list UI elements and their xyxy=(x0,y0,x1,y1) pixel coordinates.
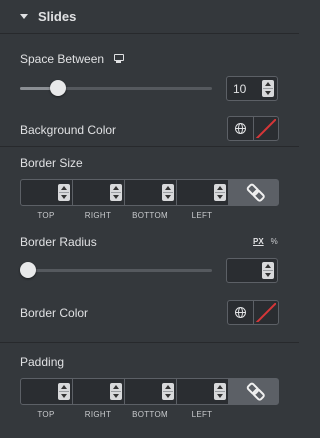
space-between-slider-track[interactable] xyxy=(20,87,212,90)
padding-bottom-stepper[interactable] xyxy=(162,383,174,400)
border-size-right-label: RIGHT xyxy=(84,211,112,220)
border-size-right-stepper[interactable] xyxy=(110,184,122,201)
border-size-left-input[interactable] xyxy=(177,180,229,205)
border-radius-unit-switch: PX% xyxy=(253,237,278,246)
padding-top-stepper[interactable] xyxy=(58,383,70,400)
padding-left-input[interactable] xyxy=(177,379,229,404)
padding-bottom-input[interactable] xyxy=(125,379,177,404)
border-size-dimensions xyxy=(20,179,279,206)
border-radius-slider-handle[interactable] xyxy=(20,262,36,278)
border-radius-stepper[interactable] xyxy=(262,262,274,279)
border-size-bottom-input[interactable] xyxy=(125,180,177,205)
padding-link-button[interactable] xyxy=(229,379,278,404)
padding-right-input[interactable] xyxy=(73,379,125,404)
border-size-top-stepper[interactable] xyxy=(58,184,70,201)
padding-dimensions xyxy=(20,378,279,405)
border-size-right-input[interactable] xyxy=(73,180,125,205)
background-color-label: Background Color xyxy=(20,123,117,137)
padding-left-label: LEFT xyxy=(191,410,213,419)
background-color-swatch-button[interactable] xyxy=(252,117,279,140)
border-color-global-button[interactable] xyxy=(228,301,253,324)
unit-px-option[interactable]: PX xyxy=(253,237,264,246)
padding-bottom-label: BOTTOM xyxy=(132,410,168,419)
background-color-picker[interactable] xyxy=(227,116,279,141)
border-size-bottom-stepper[interactable] xyxy=(162,184,174,201)
section-header-slides[interactable]: Slides xyxy=(0,0,299,34)
padding-top-label: TOP xyxy=(37,410,55,419)
empty-color-swatch xyxy=(255,119,276,138)
background-color-global-button[interactable] xyxy=(228,117,253,140)
border-radius-label: Border Radius xyxy=(20,235,97,249)
padding-right-label: RIGHT xyxy=(84,410,112,419)
space-between-slider-handle[interactable] xyxy=(50,80,67,96)
unit-percent-option[interactable]: % xyxy=(271,237,278,246)
empty-color-swatch xyxy=(255,303,276,322)
link-icon xyxy=(245,184,262,201)
border-radius-slider-track[interactable] xyxy=(20,269,212,272)
space-between-stepper[interactable] xyxy=(262,80,274,97)
link-icon xyxy=(245,383,262,400)
monitor-icon[interactable] xyxy=(114,54,124,63)
globe-icon xyxy=(234,123,246,134)
border-size-top-input[interactable] xyxy=(21,180,73,205)
space-between-input[interactable]: 10 xyxy=(226,76,278,101)
caret-down-icon xyxy=(20,14,28,19)
section-title: Slides xyxy=(38,9,77,24)
border-color-label: Border Color xyxy=(20,306,89,320)
space-between-label: Space Between xyxy=(20,52,105,66)
padding-top-input[interactable] xyxy=(21,379,73,404)
border-size-field-labels: TOP RIGHT BOTTOM LEFT xyxy=(20,211,228,220)
padding-label: Padding xyxy=(20,355,65,369)
space-between-value: 10 xyxy=(233,81,247,96)
padding-right-stepper[interactable] xyxy=(110,383,122,400)
border-size-label: Border Size xyxy=(20,156,83,170)
border-size-left-stepper[interactable] xyxy=(214,184,226,201)
border-size-bottom-label: BOTTOM xyxy=(132,211,168,220)
padding-left-stepper[interactable] xyxy=(214,383,226,400)
border-size-top-label: TOP xyxy=(37,211,55,220)
border-color-picker[interactable] xyxy=(227,300,279,325)
border-size-left-label: LEFT xyxy=(191,211,213,220)
border-radius-input[interactable] xyxy=(226,258,278,283)
padding-field-labels: TOP RIGHT BOTTOM LEFT xyxy=(20,410,228,419)
border-color-swatch-button[interactable] xyxy=(252,301,279,324)
globe-icon xyxy=(234,307,246,318)
border-size-link-button[interactable] xyxy=(229,180,278,205)
